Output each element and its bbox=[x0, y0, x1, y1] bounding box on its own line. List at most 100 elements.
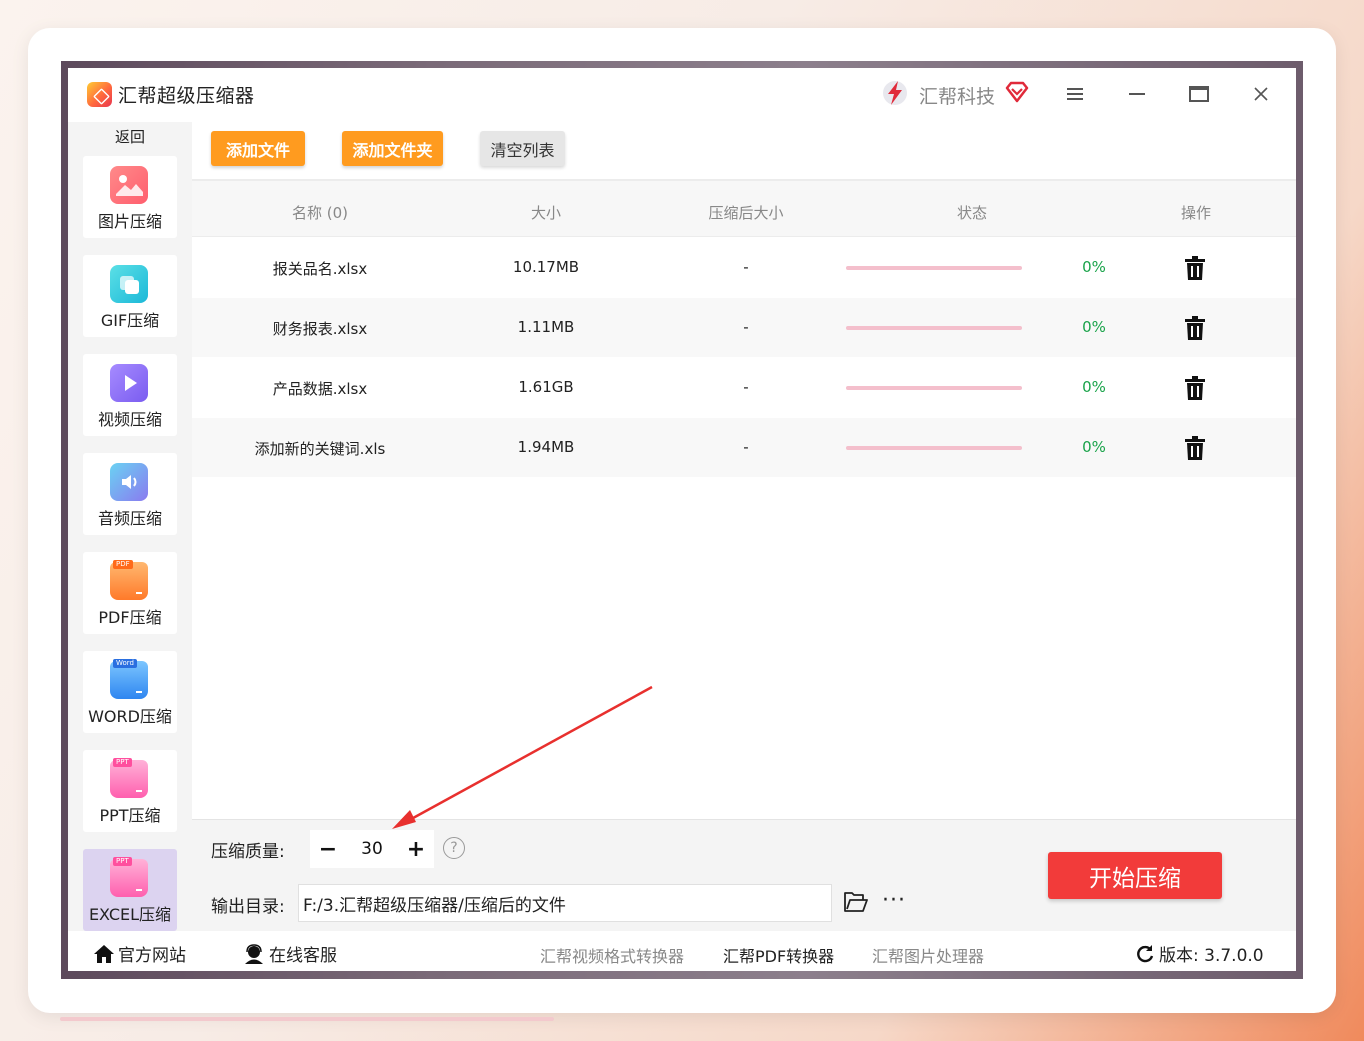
customer-service-icon bbox=[245, 943, 263, 964]
pdf-tag: PDF bbox=[113, 560, 133, 569]
increase-quality-button[interactable]: + bbox=[398, 830, 434, 868]
decorative-strip bbox=[60, 1017, 554, 1021]
file-size: 10.17MB bbox=[512, 258, 580, 276]
header-name[interactable]: 名称 (0) bbox=[270, 202, 370, 223]
progress-percent: 0% bbox=[1082, 318, 1106, 336]
compressed-size: - bbox=[743, 438, 749, 456]
progress-bar bbox=[846, 446, 1022, 450]
table-row[interactable]: 财务报表.xlsx 1.11MB - 0% bbox=[192, 298, 1296, 357]
table-row[interactable]: 报关品名.xlsx 10.17MB - 0% bbox=[192, 238, 1296, 297]
version-info[interactable]: 版本: 3.7.0.0 bbox=[1135, 941, 1264, 966]
compressed-size: - bbox=[743, 318, 749, 336]
sidebar-item-label: PDF压缩 bbox=[98, 608, 162, 627]
footer-link-image-processor[interactable]: 汇帮图片处理器 bbox=[872, 943, 984, 967]
table-row[interactable]: 产品数据.xlsx 1.61GB - 0% bbox=[192, 358, 1296, 417]
progress-percent: 0% bbox=[1082, 378, 1106, 396]
sidebar-item-audio[interactable]: 音频压缩 bbox=[83, 453, 177, 535]
output-label: 输出目录: bbox=[211, 897, 285, 917]
progress-bar bbox=[846, 386, 1022, 390]
file-table: 名称 (0) 大小 压缩后大小 状态 操作 报关品名.xlsx 10.17MB … bbox=[192, 179, 1296, 819]
sidebar-item-label: PPT压缩 bbox=[99, 806, 161, 825]
delete-icon[interactable] bbox=[1184, 316, 1206, 340]
version-label: 版本: 3.7.0.0 bbox=[1159, 946, 1264, 966]
header-action: 操作 bbox=[1180, 204, 1211, 222]
official-website-link[interactable]: 官方网站 bbox=[93, 941, 186, 966]
add-file-button[interactable]: 添加文件 bbox=[211, 131, 305, 166]
file-name: 添加新的关键词.xls bbox=[254, 440, 386, 458]
start-compress-button[interactable]: 开始压缩 bbox=[1048, 852, 1222, 899]
home-icon bbox=[94, 944, 114, 963]
add-folder-button[interactable]: 添加文件夹 bbox=[342, 131, 443, 166]
footer-link-video-converter[interactable]: 汇帮视频格式转换器 bbox=[540, 943, 684, 967]
sidebar: 返回 图片压缩 GIF压缩 视频压缩 音频压缩 PDF PDF压缩 Word W… bbox=[68, 122, 192, 931]
sidebar-item-label: 视频压缩 bbox=[97, 410, 162, 429]
maximize-icon[interactable] bbox=[1181, 80, 1217, 108]
brand-name: 汇帮科技 bbox=[919, 86, 996, 108]
table-header: 名称 (0) 大小 压缩后大小 状态 操作 bbox=[192, 179, 1296, 237]
audio-icon bbox=[110, 463, 148, 501]
gif-icon bbox=[110, 265, 148, 303]
file-size: 1.11MB bbox=[517, 318, 575, 336]
table-row[interactable]: 添加新的关键词.xls 1.94MB - 0% bbox=[192, 418, 1296, 477]
progress-bar bbox=[846, 266, 1022, 270]
sidebar-item-label: 音频压缩 bbox=[97, 509, 162, 528]
header-compressed-size[interactable]: 压缩后大小 bbox=[686, 202, 806, 223]
sidebar-item-label: EXCEL压缩 bbox=[88, 905, 172, 924]
more-options-icon[interactable]: ··· bbox=[882, 888, 906, 913]
online-service-link[interactable]: 在线客服 bbox=[243, 941, 337, 966]
official-website-label: 官方网站 bbox=[118, 946, 186, 966]
sidebar-item-word[interactable]: Word WORD压缩 bbox=[83, 651, 177, 733]
compressed-size: - bbox=[743, 378, 749, 396]
menu-icon[interactable] bbox=[1057, 80, 1093, 108]
sidebar-item-pdf[interactable]: PDF PDF压缩 bbox=[83, 552, 177, 634]
file-size: 1.94MB bbox=[517, 438, 575, 456]
footer-bar: 官方网站 在线客服 汇帮视频格式转换器 汇帮PDF转换器 汇帮图片处理器 版本:… bbox=[68, 931, 1296, 971]
sidebar-item-image[interactable]: 图片压缩 bbox=[83, 156, 177, 238]
sidebar-item-label: WORD压缩 bbox=[88, 707, 172, 726]
word-tag: Word bbox=[113, 659, 137, 668]
app-title: 汇帮超级压缩器 bbox=[118, 85, 255, 107]
refresh-icon bbox=[1137, 944, 1154, 962]
delete-icon[interactable] bbox=[1184, 376, 1206, 400]
minimize-icon[interactable] bbox=[1119, 80, 1155, 108]
ppt-icon: PPT bbox=[110, 758, 148, 798]
header-status: 状态 bbox=[956, 204, 987, 222]
vip-diamond-icon[interactable] bbox=[1005, 80, 1029, 104]
folder-open-icon[interactable] bbox=[844, 891, 868, 913]
decrease-quality-button[interactable]: − bbox=[310, 830, 346, 868]
header-size[interactable]: 大小 bbox=[506, 202, 586, 223]
delete-icon[interactable] bbox=[1184, 256, 1206, 280]
excel-tag: PPT bbox=[113, 857, 132, 866]
brand-logo-icon bbox=[883, 81, 907, 105]
file-name: 产品数据.xlsx bbox=[272, 380, 368, 398]
sidebar-item-ppt[interactable]: PPT PPT压缩 bbox=[83, 750, 177, 832]
file-name: 报关品名.xlsx bbox=[272, 260, 368, 278]
sidebar-item-excel[interactable]: PPT EXCEL压缩 bbox=[83, 849, 177, 931]
sidebar-item-label: GIF压缩 bbox=[100, 311, 160, 330]
sidebar-item-gif[interactable]: GIF压缩 bbox=[83, 255, 177, 337]
help-icon[interactable]: ? bbox=[443, 837, 465, 859]
delete-icon[interactable] bbox=[1184, 436, 1206, 460]
progress-bar bbox=[846, 326, 1022, 330]
output-path-field[interactable] bbox=[298, 884, 832, 922]
pdf-icon: PDF bbox=[110, 560, 148, 600]
progress-percent: 0% bbox=[1082, 438, 1106, 456]
progress-percent: 0% bbox=[1082, 258, 1106, 276]
online-service-label: 在线客服 bbox=[269, 946, 337, 966]
file-name: 财务报表.xlsx bbox=[272, 320, 368, 338]
back-link[interactable]: 返回 bbox=[68, 126, 192, 147]
clear-list-button[interactable]: 清空列表 bbox=[480, 131, 565, 166]
title-bar: 汇帮超级压缩器 汇帮科技 bbox=[68, 68, 1296, 122]
app-logo-icon bbox=[87, 82, 112, 107]
video-icon bbox=[110, 364, 148, 402]
close-icon[interactable] bbox=[1243, 80, 1279, 108]
footer-link-pdf-converter[interactable]: 汇帮PDF转换器 bbox=[723, 943, 834, 967]
sidebar-item-label: 图片压缩 bbox=[97, 212, 162, 231]
quality-stepper[interactable]: − 30 + bbox=[310, 830, 434, 868]
quality-value[interactable]: 30 bbox=[346, 839, 398, 859]
ppt-tag: PPT bbox=[113, 758, 132, 767]
compressed-size: - bbox=[743, 258, 749, 276]
settings-panel: 压缩质量: − 30 + ? 输出目录: ··· 开始压缩 bbox=[192, 819, 1296, 931]
sidebar-item-video[interactable]: 视频压缩 bbox=[83, 354, 177, 436]
word-icon: Word bbox=[110, 659, 148, 699]
